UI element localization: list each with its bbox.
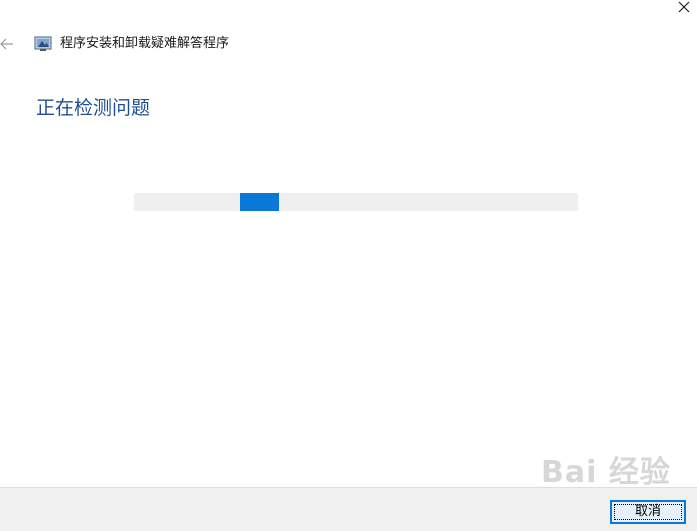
back-button[interactable] <box>0 36 16 52</box>
progress-bar <box>134 193 578 211</box>
troubleshooter-icon <box>34 36 52 52</box>
cancel-button[interactable]: 取消 <box>610 500 686 524</box>
window-title: 程序安装和卸载疑难解答程序 <box>60 36 230 51</box>
progress-indicator <box>240 193 279 211</box>
back-arrow-icon <box>0 38 13 50</box>
close-button[interactable] <box>671 0 697 20</box>
watermark-brand: Bai 经验 <box>541 455 671 490</box>
close-icon <box>678 1 690 13</box>
footer-bar: 取消 <box>0 487 697 531</box>
page-title: 正在检测问题 <box>36 97 151 119</box>
